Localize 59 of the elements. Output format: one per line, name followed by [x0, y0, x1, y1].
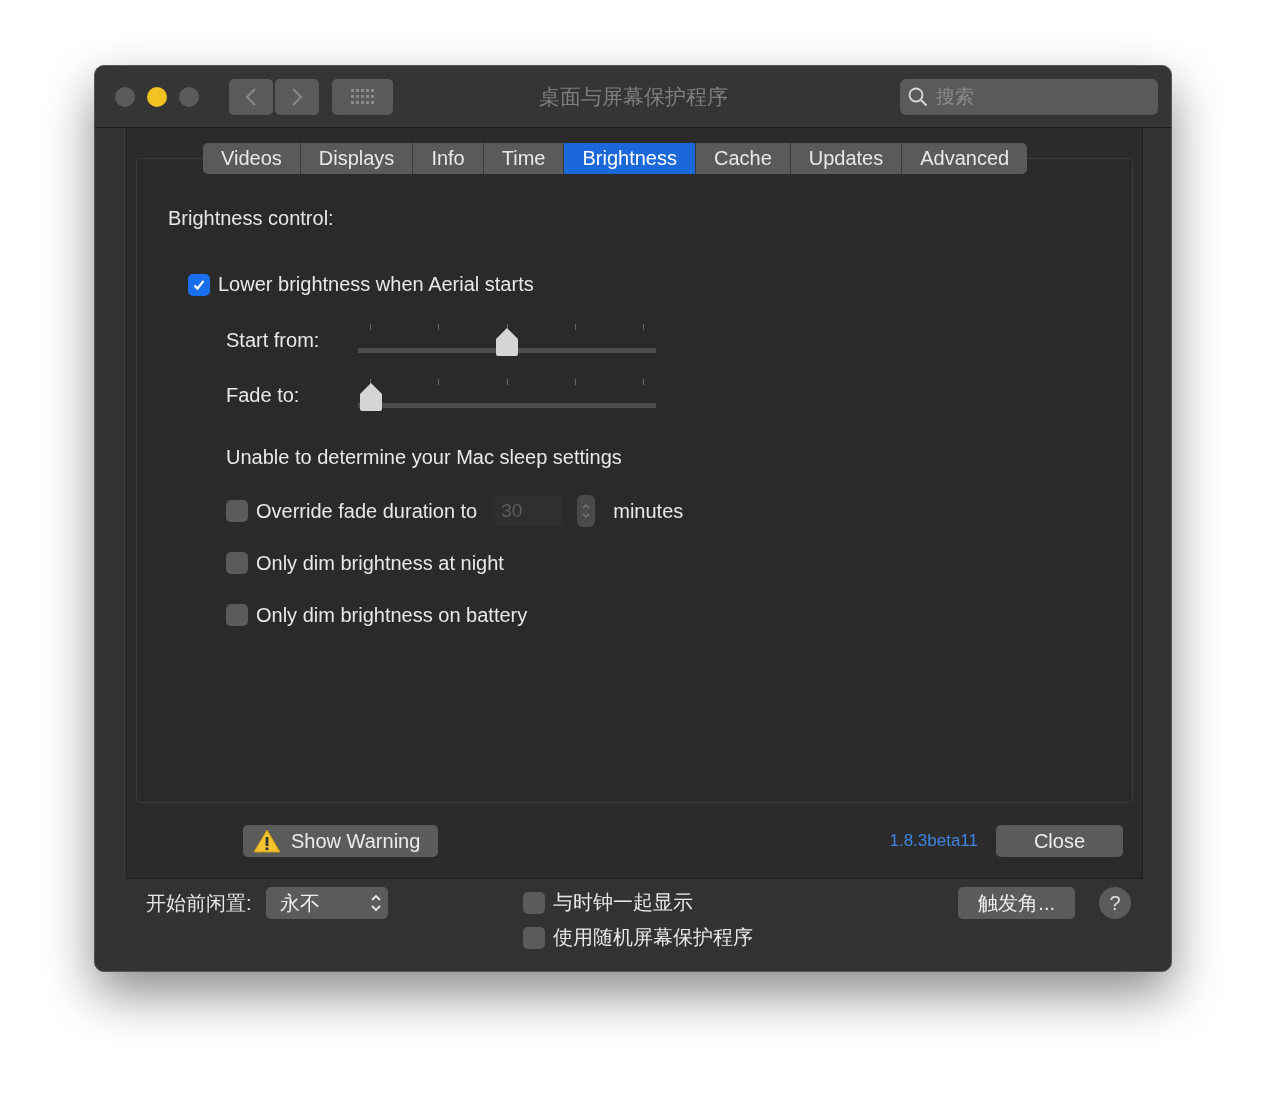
slider-label: Start from: — [226, 329, 321, 352]
stepper[interactable] — [577, 495, 596, 527]
tab[interactable]: Cache — [695, 143, 791, 174]
minimize-window-button[interactable] — [147, 86, 167, 107]
tick-mark — [643, 324, 644, 330]
updown-chevron-icon — [369, 892, 382, 914]
tab[interactable]: Info — [413, 143, 484, 174]
checkbox[interactable] — [226, 552, 248, 574]
tab[interactable]: Videos — [203, 143, 301, 174]
tick-mark — [438, 379, 440, 385]
section-label: Brightness control: — [168, 207, 334, 230]
idle-dropdown[interactable]: 永不 — [265, 887, 388, 919]
unit-label: minutes — [613, 499, 684, 523]
hot-corners-button[interactable]: 触发角... — [958, 887, 1075, 919]
tab[interactable]: Advanced — [902, 143, 1028, 174]
tick-mark — [370, 379, 371, 385]
checkbox[interactable] — [522, 926, 545, 949]
chevron-right-icon — [291, 86, 303, 107]
tab[interactable]: Displays — [300, 143, 414, 174]
close-button[interactable]: Close — [996, 825, 1123, 857]
checkbox[interactable] — [188, 273, 210, 296]
slider-thumb[interactable] — [494, 327, 520, 357]
checkbox[interactable] — [226, 500, 248, 522]
tab[interactable]: Time — [483, 143, 565, 174]
tick-mark — [574, 379, 576, 385]
tick-mark — [506, 379, 508, 385]
grid-icon — [350, 88, 375, 105]
checkbox-label: 使用随机屏幕保护程序 — [552, 925, 753, 950]
checkbox-label: 与时钟一起显示 — [552, 890, 693, 915]
checkbox[interactable] — [522, 891, 545, 914]
checkbox-label: Lower brightness when Aerial starts — [218, 273, 534, 296]
status-message: Unable to determine your Mac sleep settings — [226, 446, 622, 469]
help-button[interactable]: ? — [1099, 887, 1131, 919]
tick-mark — [574, 324, 576, 330]
tab[interactable]: Updates — [790, 143, 903, 174]
warning-icon — [253, 829, 281, 853]
checkmark-icon — [192, 277, 206, 292]
back-button[interactable] — [229, 78, 273, 115]
search-icon — [908, 86, 928, 107]
window-title: 桌面与屏幕保护程序 — [538, 83, 728, 110]
checkbox-label: Only dim brightness at night — [256, 551, 504, 575]
checkbox-label: Override fade duration to — [256, 499, 478, 523]
checkbox[interactable] — [226, 604, 248, 626]
chevron-left-icon — [245, 86, 257, 107]
checkbox-label: Only dim brightness on battery — [256, 603, 528, 627]
close-window-button[interactable] — [115, 86, 135, 107]
slider-thumb[interactable] — [358, 382, 384, 412]
tab[interactable]: Brightness — [564, 143, 696, 174]
forward-button[interactable] — [275, 78, 319, 115]
idle-label: 开始前闲置: — [146, 891, 252, 916]
slider-label: Fade to: — [226, 384, 301, 407]
version-link[interactable]: 1.8.3beta11 — [889, 831, 978, 851]
tick-mark — [438, 324, 440, 330]
zoom-window-button[interactable] — [179, 86, 199, 107]
show-all-button[interactable] — [332, 78, 393, 115]
tick-mark — [506, 324, 508, 330]
tick-mark — [643, 379, 644, 385]
tick-mark — [370, 324, 371, 330]
show-warning-button[interactable]: Show Warning — [243, 825, 439, 857]
